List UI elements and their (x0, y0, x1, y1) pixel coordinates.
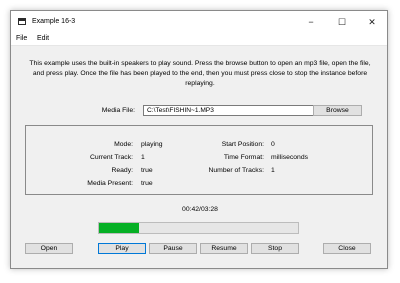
time-display: 00:42/03:28 (182, 206, 218, 213)
media-info-panel: Mode: playing Current Track: 1 Ready: tr… (25, 125, 373, 195)
window-title: Example 16-3 (32, 18, 76, 25)
current-track-label: Current Track: (89, 154, 133, 161)
ready-label: Ready: (111, 167, 133, 174)
app-window-icon (18, 18, 26, 25)
maximize-icon[interactable]: ☐ (328, 13, 356, 31)
mode-label: Mode: (114, 141, 133, 148)
media-present-value: true (141, 180, 153, 187)
resume-button[interactable]: Resume (200, 243, 248, 254)
app-window: Example 16-3 − ☐ ✕ File Edit This exampl… (10, 10, 388, 269)
time-format-label: Time Format: (223, 154, 264, 161)
play-button[interactable]: Play (98, 243, 146, 254)
browse-button[interactable]: Browse (313, 105, 362, 116)
number-of-tracks-label: Number of Tracks: (208, 167, 264, 174)
menu-bar: File Edit (11, 33, 387, 46)
progress-fill (99, 223, 139, 233)
current-track-value: 1 (141, 154, 145, 161)
mode-value: playing (141, 141, 163, 148)
title-bar[interactable]: Example 16-3 − ☐ ✕ (11, 11, 387, 33)
start-position-value: 0 (271, 141, 275, 148)
stop-button[interactable]: Stop (251, 243, 299, 254)
open-button[interactable]: Open (25, 243, 73, 254)
media-present-label: Media Present: (87, 180, 133, 187)
time-format-value: milliseconds (271, 154, 309, 161)
description-text: This example uses the built-in speakers … (29, 60, 371, 87)
menu-file[interactable]: File (16, 35, 27, 42)
media-file-field[interactable]: C:\Test\FISHIN~1.MP3 (143, 105, 315, 116)
pause-button[interactable]: Pause (149, 243, 197, 254)
media-file-label: Media File: (101, 107, 135, 114)
close-button[interactable]: Close (323, 243, 371, 254)
minimize-icon[interactable]: − (297, 13, 325, 31)
ready-value: true (141, 167, 153, 174)
close-icon[interactable]: ✕ (358, 13, 386, 31)
number-of-tracks-value: 1 (271, 167, 275, 174)
playback-progress-bar (98, 222, 299, 234)
start-position-label: Start Position: (221, 141, 264, 148)
menu-edit[interactable]: Edit (37, 35, 49, 42)
